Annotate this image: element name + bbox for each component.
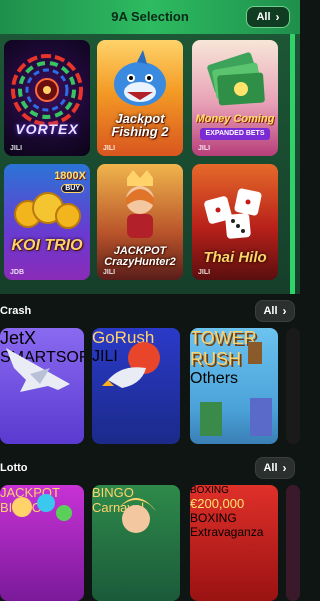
game-provider: JILI	[10, 145, 23, 152]
chevron-right-icon: ›	[282, 461, 287, 475]
game-tile-crazy-hunter-2[interactable]: JACKPOT CrazyHunter2 JILI	[97, 164, 183, 280]
game-tile-boxing-extravaganza[interactable]: BOXING €200,000 BOXING Extravaganza	[190, 485, 278, 601]
lotto-section-title: Lotto	[0, 462, 28, 474]
game-title: VORTEX	[15, 121, 79, 137]
game-provider: JILI	[103, 145, 116, 152]
game-title: Jackpot Fishing 2	[111, 111, 169, 139]
game-provider: JILI	[198, 145, 211, 152]
scroll-indicator	[290, 34, 295, 294]
crash-section-title: Crash	[0, 305, 32, 317]
game-tile-thai-hilo[interactable]: Thai Hilo JILI	[192, 164, 278, 280]
game-title: Money Coming	[195, 113, 275, 125]
lotto-all-button[interactable]: All ›	[255, 457, 295, 479]
game-subtitle: EXPANDED BETS	[200, 128, 270, 140]
game-title: BOXING Extravaganza	[190, 511, 264, 539]
selection-header: 9A Selection All ›	[0, 0, 300, 34]
game-title: JACKPOT CrazyHunter2	[104, 245, 176, 268]
game-tile-koi-trio[interactable]: 1800X BUY KOI TRIO JDB	[4, 164, 90, 280]
game-tile-jackpot-fishing-2[interactable]: Jackpot Fishing 2 JILI	[97, 40, 183, 156]
game-tile-vortex[interactable]: VORTEX JILI	[4, 40, 90, 156]
game-tile-jackpot-bingo[interactable]: JACKPOT BINGO	[0, 485, 84, 601]
selection-all-button[interactable]: All ›	[246, 6, 290, 28]
game-provider: JILI	[103, 269, 116, 276]
game-tile-gorush[interactable]: GoRush JILI	[92, 328, 180, 444]
chevron-right-icon: ›	[275, 10, 280, 24]
game-tile-jetx[interactable]: JetX SMARTSOFT	[0, 328, 84, 444]
tower-art	[200, 342, 272, 436]
game-provider: JDB	[10, 269, 25, 276]
game-title: KOI TRIO	[11, 237, 83, 254]
game-title: Thai Hilo	[203, 249, 267, 266]
game-tile-partial[interactable]	[286, 485, 300, 601]
selection-all-label: All	[256, 11, 271, 23]
bingo-balls-art	[12, 494, 72, 521]
game-tile-tower-rush[interactable]: TOWER RUSH Others	[190, 328, 278, 444]
game-prize: €200,000	[190, 496, 245, 511]
crash-all-label: All	[263, 305, 278, 317]
coins-art	[14, 192, 81, 229]
game-tile-money-coming[interactable]: Money Coming EXPANDED BETS JILI	[192, 40, 278, 156]
game-tile-bingo-carnaval[interactable]: BINGO Carnaval	[92, 485, 180, 601]
jet-art	[6, 348, 70, 392]
crash-all-button[interactable]: All ›	[255, 300, 295, 322]
rocket-art	[102, 342, 160, 388]
game-top-label: BOXING	[190, 485, 229, 496]
game-provider: JILI	[198, 269, 211, 276]
lotto-all-label: All	[263, 462, 278, 474]
carnaval-art	[116, 498, 156, 533]
vortex-art	[11, 54, 83, 126]
chevron-right-icon: ›	[282, 304, 287, 318]
game-tile-partial[interactable]	[286, 328, 300, 444]
